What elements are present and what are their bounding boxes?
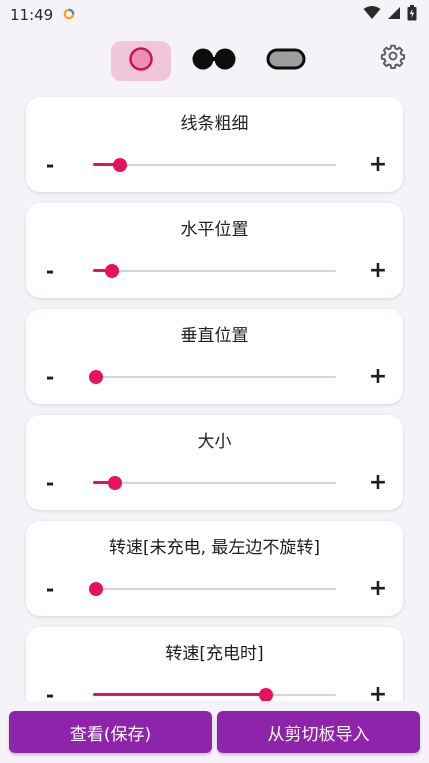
pill-mode-button[interactable] [256,41,316,81]
slider-title: 转速[充电时] [165,644,264,664]
slider-card-vertical-position: 垂直位置 - + [26,309,403,404]
increase-button[interactable]: + [367,151,389,179]
wifi-icon [363,6,381,24]
increase-button[interactable]: + [367,469,389,497]
slider-thumb[interactable] [107,476,122,490]
decrease-button[interactable]: - [40,575,60,603]
double-circle-mode-button[interactable] [184,41,244,81]
status-bar: 11:49 [0,0,429,30]
increase-button[interactable]: + [367,257,389,285]
slider-track [93,376,336,378]
slider-thumb[interactable] [258,688,273,701]
pill-icon [266,47,306,75]
slider-thumb[interactable] [112,158,127,172]
slider[interactable] [93,155,336,175]
slider-thumb[interactable] [105,264,120,278]
decrease-button[interactable]: - [40,151,60,179]
decrease-button[interactable]: - [40,469,60,497]
double-circle-icon [190,46,238,76]
slider-card-speed-charging: 转速[充电时] - + [26,627,403,701]
status-time: 11:49 [10,6,54,24]
slider[interactable] [89,367,336,387]
bottom-action-bar: 查看(保存) 从剪切板导入 [0,704,429,763]
slider-title: 水平位置 [180,220,249,240]
circle-icon [128,46,154,76]
increase-button[interactable]: + [367,575,389,603]
slider-card-size: 大小 - + [26,415,403,510]
slider-track [93,482,336,484]
status-right [363,5,417,25]
decrease-button[interactable]: - [40,681,60,701]
increase-button[interactable]: + [367,363,389,391]
settings-button[interactable] [379,44,407,72]
slider-track [93,270,336,272]
slider[interactable] [93,261,336,281]
view-save-button[interactable]: 查看(保存) [9,711,212,753]
mode-toolbar [0,36,429,86]
slider-card-horizontal-position: 水平位置 - + [26,203,403,298]
slider-card-speed-not-charging: 转速[未充电, 最左边不旋转] - + [26,521,403,616]
slider-thumb[interactable] [89,582,103,596]
battery-charging-icon [407,5,417,25]
slider-track [93,164,336,166]
increase-button[interactable]: + [367,681,389,701]
slider-thumb[interactable] [89,370,103,384]
slider-track [93,588,336,590]
slider-title: 大小 [197,432,232,452]
slider-title: 垂直位置 [180,326,249,346]
slider[interactable] [89,579,336,599]
slider-fill [93,693,266,696]
slider-title: 转速[未充电, 最左边不旋转] [108,538,321,558]
slider[interactable] [93,473,336,493]
import-clipboard-button[interactable]: 从剪切板导入 [217,711,420,753]
signal-icon [387,6,401,24]
decrease-button[interactable]: - [40,257,60,285]
decrease-button[interactable]: - [40,363,60,391]
notification-ring-icon [63,6,75,24]
gear-icon [380,43,406,73]
settings-card-list[interactable]: 线条粗细 - + 水平位置 - + 垂直位置 - + 大小 - + 转速[未充电… [0,96,429,701]
slider-title: 线条粗细 [180,114,249,134]
slider-card-line-width: 线条粗细 - + [26,97,403,192]
slider[interactable] [93,685,336,701]
single-circle-mode-button[interactable] [111,41,171,81]
status-left: 11:49 [10,6,75,24]
